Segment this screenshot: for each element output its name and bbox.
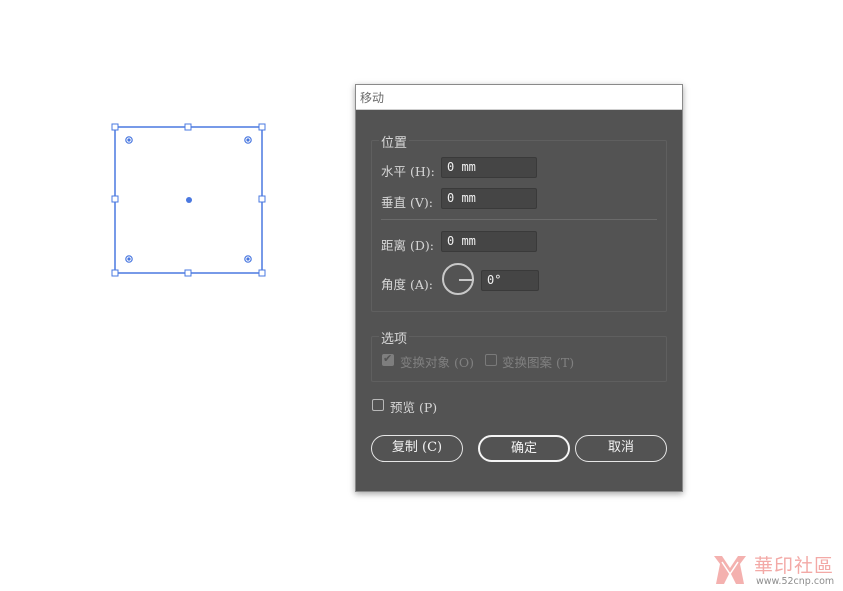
distance-label: 距离 (D): — [381, 238, 434, 253]
transform-patterns-label: 变换图案 (T) — [502, 355, 575, 370]
handle-top-right — [258, 123, 266, 131]
horizontal-label: 水平 (H): — [381, 164, 435, 179]
position-divider — [381, 219, 657, 220]
transform-patterns-checkbox[interactable] — [485, 354, 497, 366]
watermark-logo-icon — [714, 556, 746, 584]
handle-bottom-right — [258, 269, 266, 277]
watermark-url: www.52cnp.com — [756, 576, 835, 587]
horizontal-input[interactable]: 0 mm — [441, 157, 537, 178]
distance-input[interactable]: 0 mm — [441, 231, 537, 252]
handle-top-center — [184, 123, 192, 131]
handle-middle-left — [111, 195, 119, 203]
cancel-button[interactable]: 取消 — [575, 435, 667, 462]
dialog-titlebar[interactable]: 移动 — [356, 85, 682, 110]
vertical-label: 垂直 (V): — [381, 195, 433, 210]
dialog-title: 移动 — [360, 91, 385, 105]
angle-dial[interactable] — [442, 263, 474, 295]
options-group-label: 选项 — [379, 328, 410, 347]
preview-label: 预览 (P) — [390, 400, 438, 415]
angle-needle — [459, 279, 474, 281]
watermark-title: 華印社區 — [754, 555, 835, 577]
transform-objects-checkbox[interactable]: ✔ — [382, 352, 394, 366]
ok-button[interactable]: 确定 — [478, 435, 570, 462]
move-dialog: 移动 位置 水平 (H): 0 mm 垂直 (V): 0 mm 距离 (D): … — [355, 84, 683, 492]
position-group-label: 位置 — [379, 132, 410, 151]
preview-checkbox[interactable] — [372, 399, 384, 411]
copy-button[interactable]: 复制 (C) — [371, 435, 463, 462]
handle-bottom-left — [111, 269, 119, 277]
watermark: 華印社區 www.52cnp.com — [708, 550, 843, 591]
vertical-input[interactable]: 0 mm — [441, 188, 537, 209]
angle-label: 角度 (A): — [381, 277, 433, 292]
handle-middle-right — [258, 195, 266, 203]
check-icon: ✔ — [383, 352, 393, 365]
handle-top-left — [111, 123, 119, 131]
handle-bottom-center — [184, 269, 192, 277]
selected-rectangle[interactable] — [108, 120, 270, 280]
center-point — [186, 197, 192, 203]
angle-input[interactable]: 0° — [481, 270, 539, 291]
transform-objects-label: 变换对象 (O) — [400, 355, 474, 370]
